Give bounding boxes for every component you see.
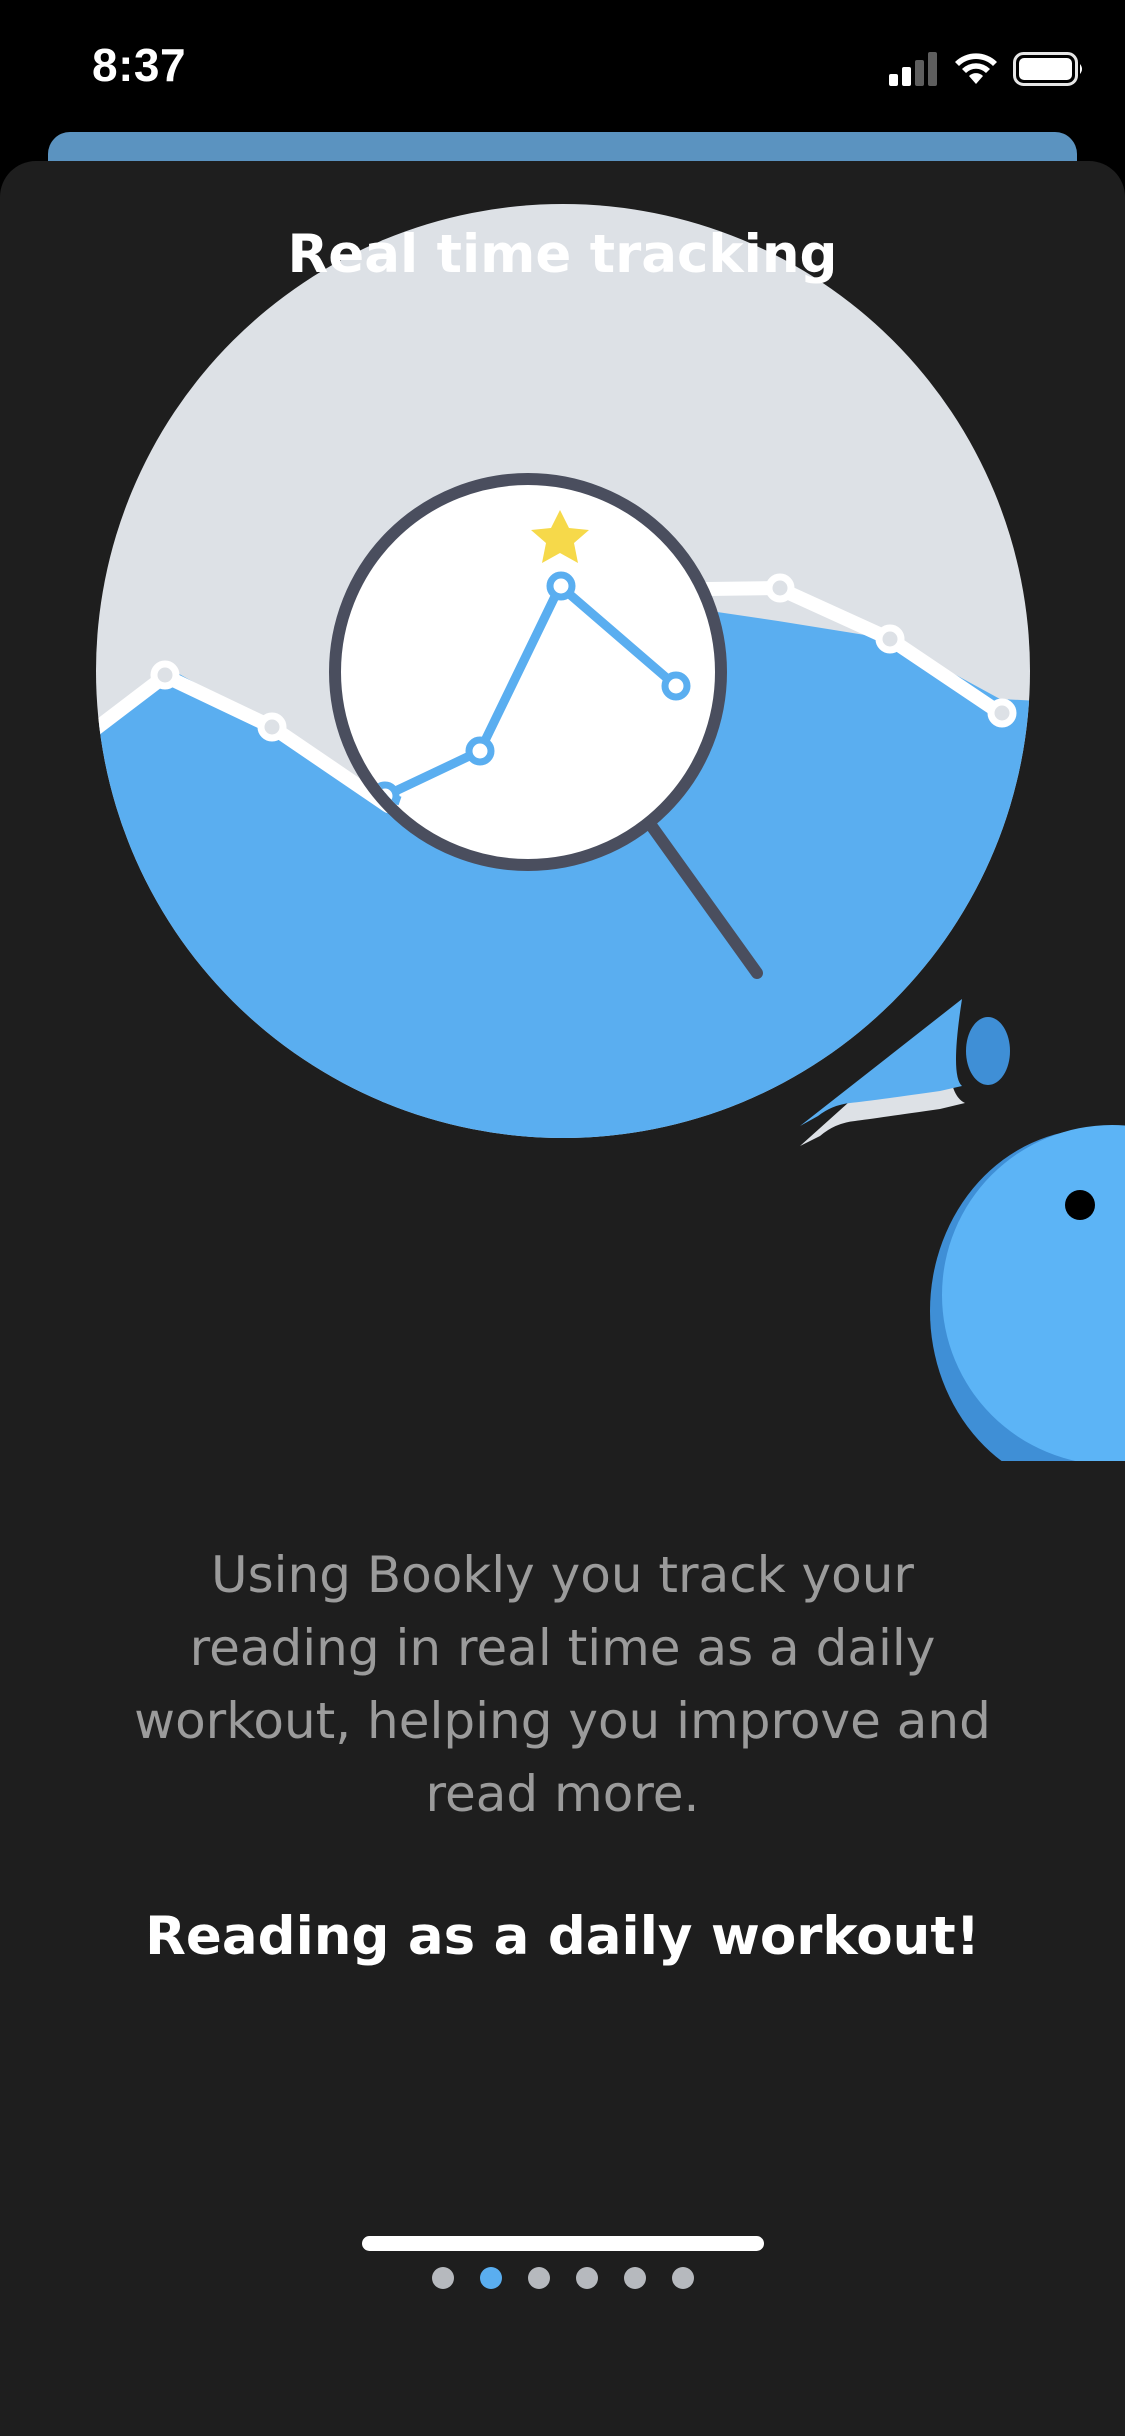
status-icons <box>889 48 1085 94</box>
page-dot-4[interactable] <box>575 2267 598 2289</box>
battery-icon <box>1013 52 1085 90</box>
onboarding-tagline: Reading as a daily workout! <box>145 1906 980 1967</box>
status-time: 8:37 <box>92 39 187 91</box>
onboarding-card[interactable]: Real time tracking Using Bookly you trac… <box>0 161 1125 2436</box>
cellular-signal-icon <box>889 52 939 90</box>
page-indicator[interactable] <box>0 2267 1125 2289</box>
page-dot-2-active[interactable] <box>479 2267 502 2289</box>
page-dot-1[interactable] <box>431 2267 454 2289</box>
wifi-icon <box>953 52 999 90</box>
page-dot-3[interactable] <box>527 2267 550 2289</box>
home-indicator[interactable] <box>362 2236 764 2251</box>
status-bar: 8:37 <box>0 0 1125 135</box>
illustration <box>0 161 1125 1493</box>
page-dot-5[interactable] <box>623 2267 646 2289</box>
onboarding-description: Using Bookly you track your reading in r… <box>134 1546 991 1823</box>
page-title: Real time tracking <box>287 224 838 285</box>
page-dot-6[interactable] <box>671 2267 694 2289</box>
